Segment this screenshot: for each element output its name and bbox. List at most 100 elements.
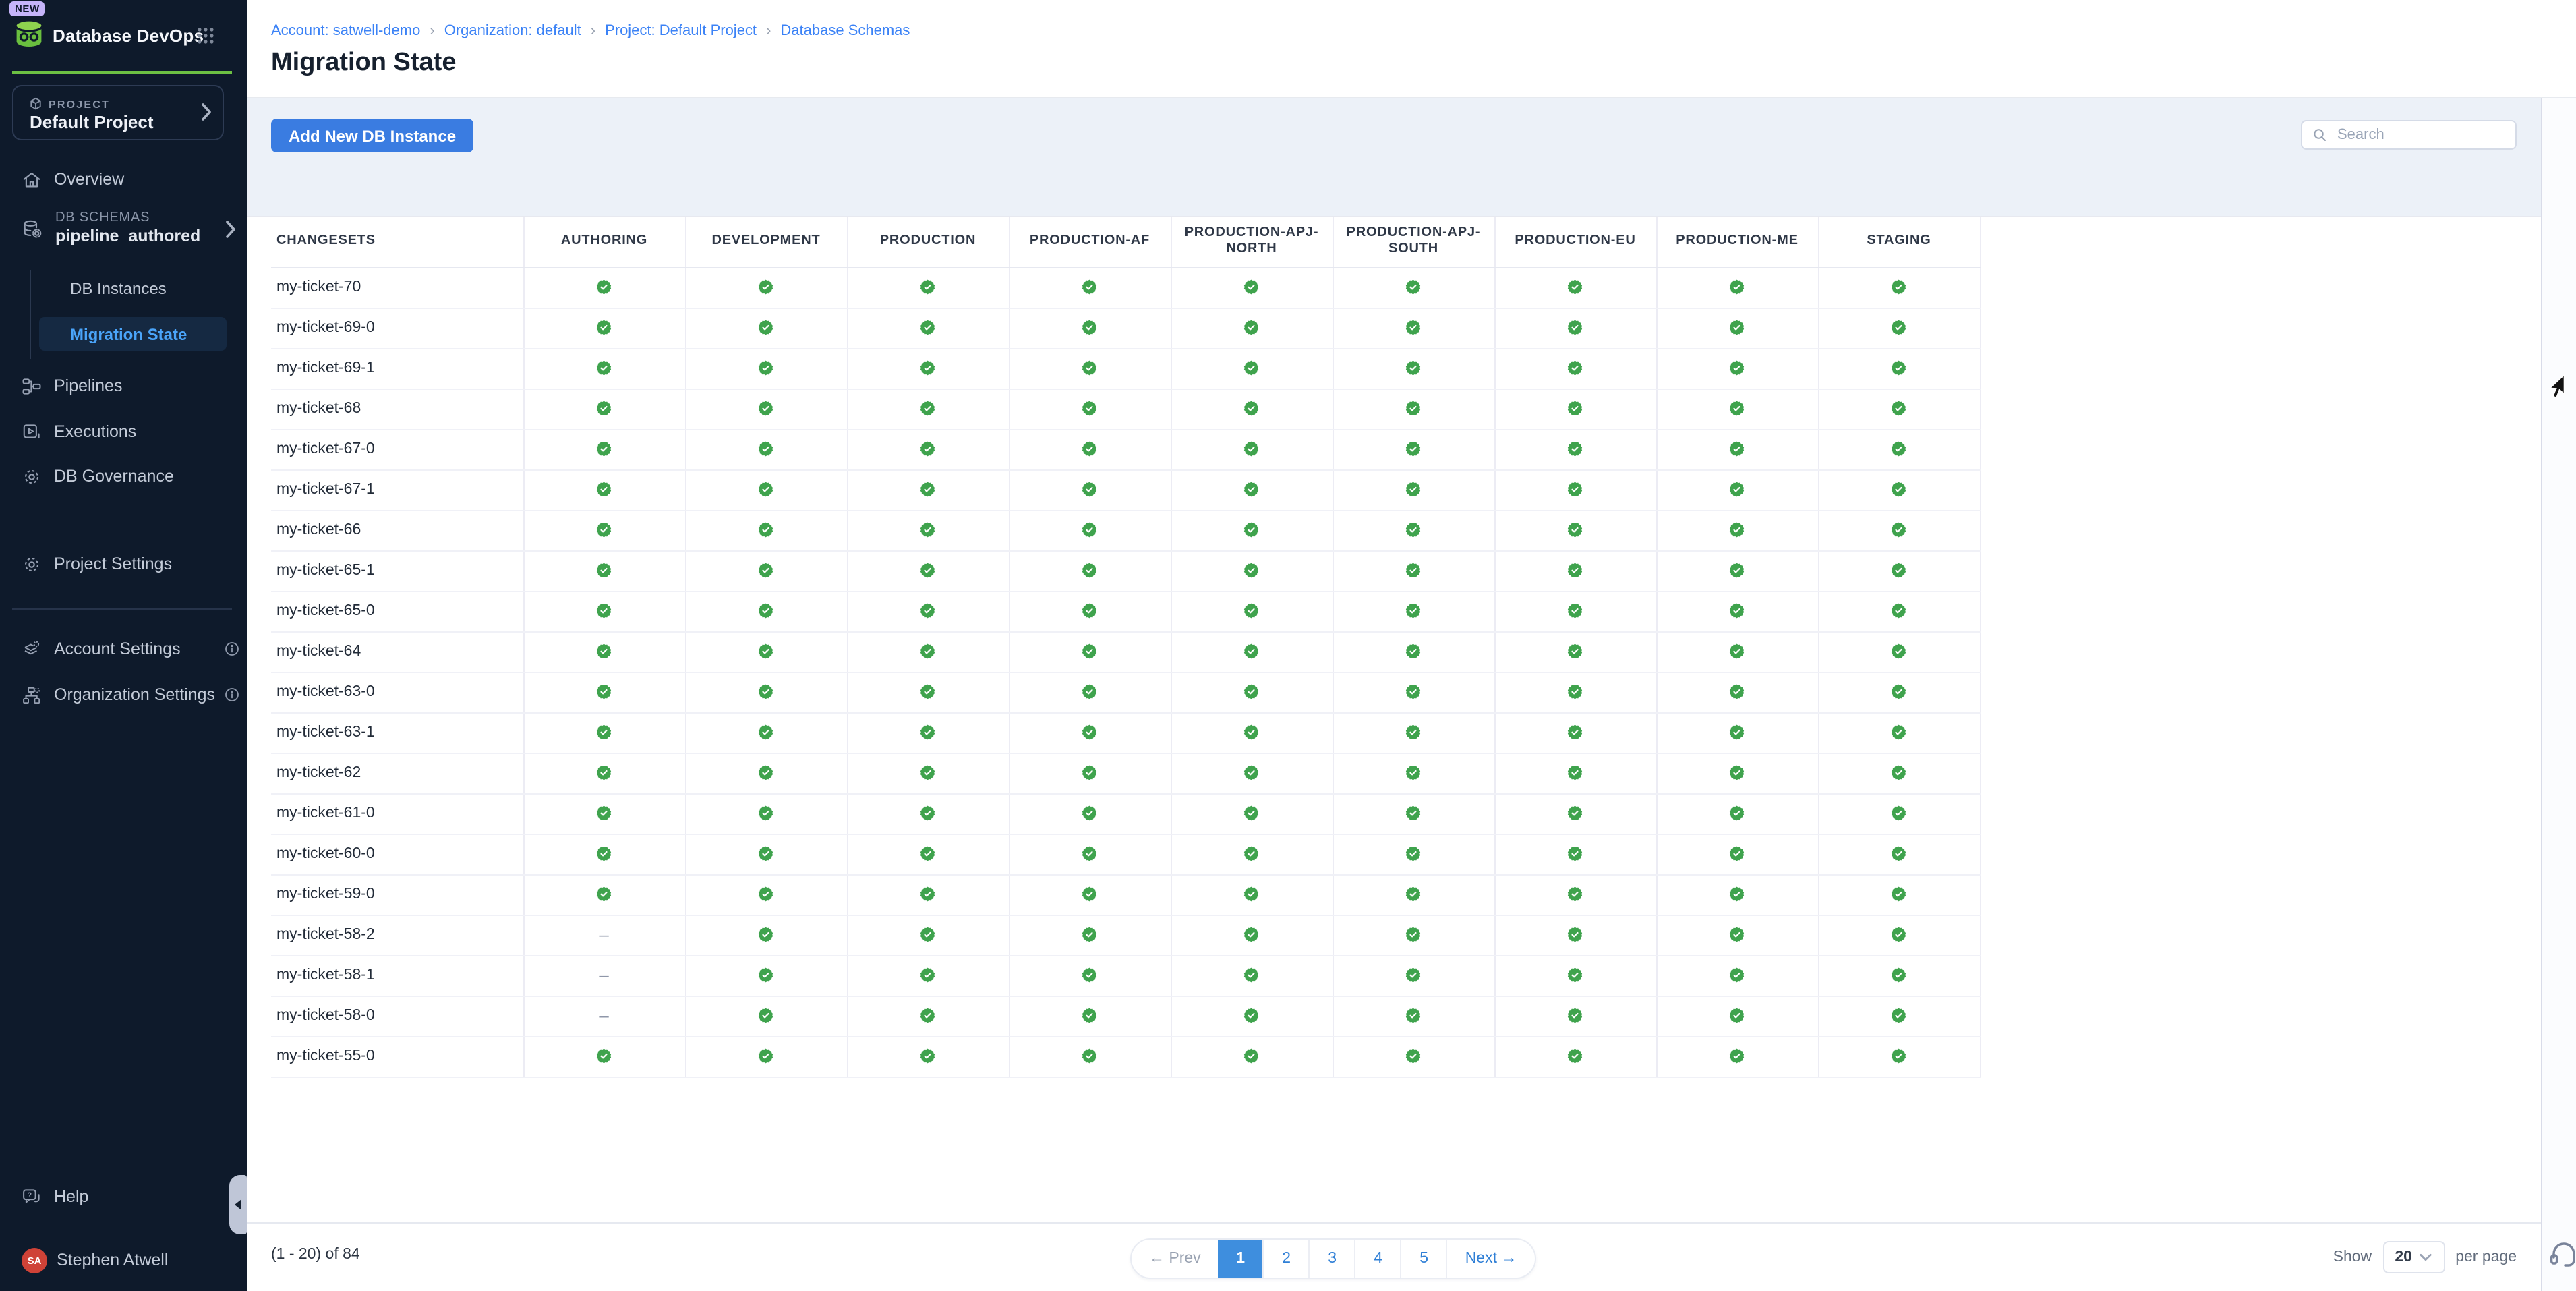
sidebar-collapse-handle[interactable] [229, 1175, 247, 1234]
success-badge-icon [1406, 1049, 1422, 1064]
status-cell-success [1818, 672, 1980, 712]
page-button-4[interactable]: 4 [1355, 1240, 1401, 1278]
status-cell-success [1494, 1036, 1656, 1077]
success-badge-icon [1406, 644, 1422, 660]
status-cell-success [1818, 469, 1980, 510]
success-badge-icon [1244, 604, 1260, 619]
success-badge-icon [1730, 1049, 1745, 1064]
sidebar-item-pipelines[interactable]: Pipelines [22, 367, 236, 405]
success-badge-icon [1892, 847, 1907, 862]
page-button-3[interactable]: 3 [1309, 1240, 1355, 1278]
breadcrumb-database-schemas[interactable]: Database Schemas [780, 23, 910, 39]
status-cell-success [1333, 793, 1494, 834]
app-logo-icon [11, 16, 47, 53]
table-row: my-ticket-67-1 [271, 469, 1980, 510]
changeset-name: my-ticket-66 [271, 510, 523, 550]
status-cell-success [1818, 915, 1980, 955]
success-badge-icon [759, 887, 774, 902]
success-badge-icon [1892, 401, 1907, 417]
status-cell-success [847, 267, 1009, 308]
success-badge-icon [1730, 563, 1745, 579]
support-headset-icon[interactable] [2548, 1238, 2576, 1271]
status-cell-success [1656, 955, 1818, 996]
sidebar-item-organization-settings[interactable]: Organization Settings [22, 676, 236, 714]
info-icon[interactable] [224, 641, 240, 657]
sidebar-item-db-schemas[interactable]: DB SCHEMAS pipeline_authored [22, 205, 236, 254]
success-badge-icon [759, 806, 774, 822]
success-badge-icon [1568, 523, 1583, 538]
page-button-5[interactable]: 5 [1401, 1240, 1446, 1278]
per-page-select[interactable]: 20 [2382, 1241, 2445, 1273]
status-cell-success [1171, 793, 1333, 834]
success-badge-icon [1892, 968, 1907, 983]
status-cell-success [523, 550, 685, 591]
success-badge-icon [920, 320, 936, 336]
sidebar-item-help[interactable]: ? Help [22, 1178, 236, 1215]
changeset-name: my-ticket-65-0 [271, 591, 523, 631]
success-badge-icon [920, 927, 936, 943]
success-badge-icon [1730, 361, 1745, 376]
scrollbar-track-line[interactable] [2541, 98, 2542, 1291]
sidebar-item-executions[interactable]: Executions [22, 413, 236, 451]
search-box [2301, 120, 2517, 150]
success-badge-icon [759, 280, 774, 295]
sidebar-item-db-governance[interactable]: DB Governance [22, 457, 236, 495]
success-badge-icon [1730, 725, 1745, 741]
success-badge-icon [1892, 442, 1907, 457]
sidebar-item-db-instances[interactable]: DB Instances [70, 279, 167, 298]
status-cell-success [685, 672, 847, 712]
column-header: PRODUCTION-APJ-NORTH [1171, 217, 1333, 267]
search-icon [2312, 127, 2328, 143]
per-page-label: per page [2455, 1249, 2517, 1265]
success-badge-icon [1730, 927, 1745, 943]
column-header: PRODUCTION-AF [1009, 217, 1171, 267]
breadcrumb-account[interactable]: Account: satwell-demo [271, 23, 420, 39]
page-button-1[interactable]: 1 [1219, 1240, 1263, 1278]
status-cell-success [1009, 753, 1171, 793]
status-cell-success [1494, 874, 1656, 915]
project-selector[interactable]: PROJECT Default Project [12, 85, 224, 140]
sidebar-item-project-settings[interactable]: Project Settings [22, 545, 236, 583]
breadcrumb-organization[interactable]: Organization: default [444, 23, 581, 39]
status-cell-success [1494, 672, 1656, 712]
apps-grid-icon[interactable] [197, 27, 214, 45]
status-cell-success [1009, 389, 1171, 429]
sidebar: NEW Database DevOps [0, 0, 247, 1291]
status-cell-success [1494, 591, 1656, 631]
cube-icon [30, 97, 42, 111]
search-input[interactable] [2335, 125, 2506, 144]
success-badge-icon [597, 806, 612, 822]
main-area: Account: satwell-demo › Organization: de… [247, 0, 2576, 1291]
status-cell-success [1333, 955, 1494, 996]
stack-gear-icon [22, 639, 42, 659]
sidebar-item-account-settings[interactable]: Account Settings [22, 630, 236, 668]
sidebar-item-migration-state[interactable]: Migration State [39, 317, 227, 351]
table-row: my-ticket-55-0 [271, 1036, 1980, 1077]
status-cell-success [523, 308, 685, 348]
app-window: NEW Database DevOps [0, 0, 2576, 1291]
user-menu[interactable]: SA Stephen Atwell [22, 1241, 236, 1279]
success-badge-icon [1568, 725, 1583, 741]
status-cell-success [1333, 672, 1494, 712]
status-cell-success [1009, 915, 1171, 955]
next-page-button[interactable]: Next → [1446, 1240, 1535, 1278]
status-cell-success [1171, 550, 1333, 591]
changeset-name: my-ticket-63-0 [271, 672, 523, 712]
breadcrumb-project[interactable]: Project: Default Project [605, 23, 757, 39]
status-cell-success [1818, 874, 1980, 915]
page-button-2[interactable]: 2 [1263, 1240, 1309, 1278]
success-badge-icon [1244, 523, 1260, 538]
success-badge-icon [1406, 806, 1422, 822]
success-badge-icon [1082, 725, 1098, 741]
add-new-db-instance-button[interactable]: Add New DB Instance [271, 119, 473, 152]
success-badge-icon [1244, 887, 1260, 902]
status-cell-success [1656, 510, 1818, 550]
status-cell-success [1009, 631, 1171, 672]
prev-page-button[interactable]: ← Prev [1132, 1240, 1219, 1278]
info-icon[interactable] [224, 687, 240, 703]
status-cell-success [1333, 631, 1494, 672]
changeset-name: my-ticket-67-0 [271, 429, 523, 469]
status-cell-success [1818, 712, 1980, 753]
changeset-name: my-ticket-69-1 [271, 348, 523, 389]
sidebar-item-overview[interactable]: Overview [22, 161, 236, 198]
